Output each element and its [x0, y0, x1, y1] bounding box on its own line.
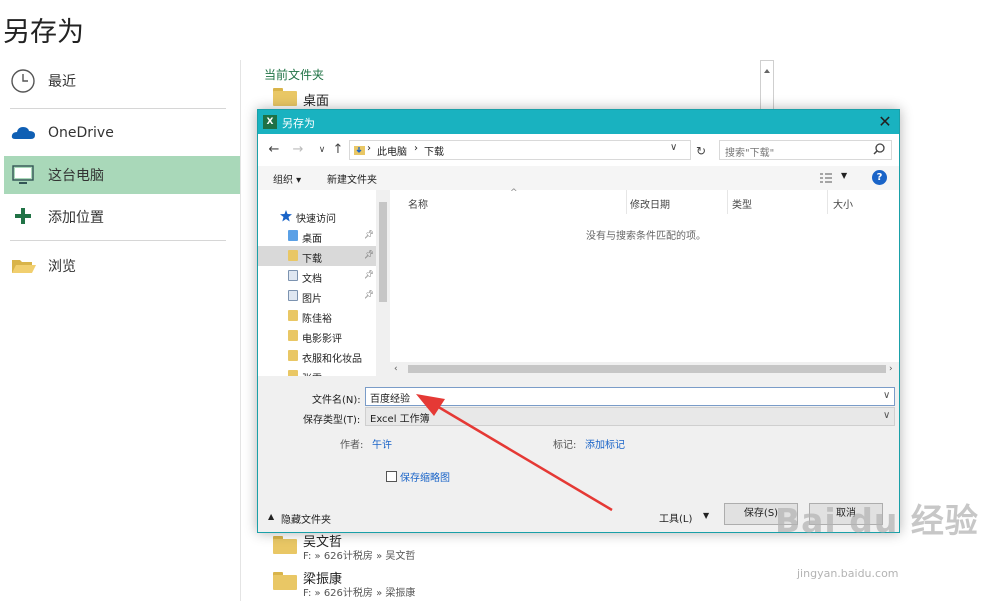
watermark-url: jingyan.baidu.com	[797, 567, 899, 580]
watermark-logo: Bai du 经验	[775, 501, 979, 540]
